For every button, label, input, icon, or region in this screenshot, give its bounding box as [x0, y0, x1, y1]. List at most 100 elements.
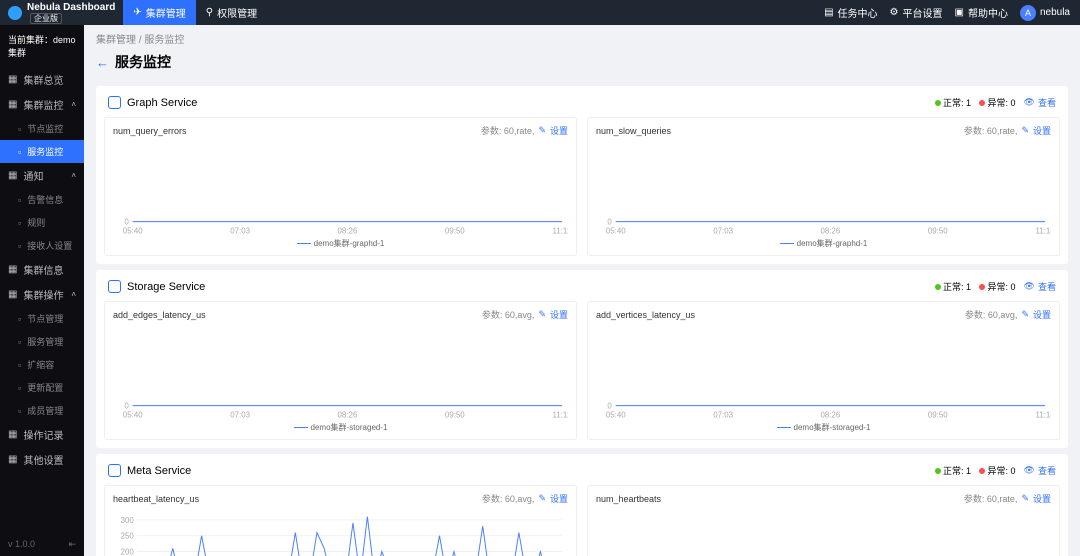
chart-param: 参数: 60,avg,	[965, 308, 1018, 321]
item-icon: ▫	[18, 360, 21, 370]
chart-param: 参数: 60,avg,	[482, 308, 535, 321]
service-icon	[108, 280, 121, 293]
edit-icon[interactable]: ✎	[1021, 125, 1029, 136]
gear-icon: ⚙	[890, 7, 899, 18]
view-button[interactable]: 👁 查看	[1024, 280, 1056, 293]
item-icon: ▫	[18, 218, 21, 228]
service-icon	[108, 96, 121, 109]
sidebar-item[interactable]: ▫告警信息	[0, 188, 84, 211]
settings-link[interactable]: 设置	[1033, 492, 1051, 505]
sidebar-group[interactable]: ▦集群信息	[0, 257, 84, 282]
chart-title: heartbeat_latency_us	[113, 494, 199, 504]
svg-text:09:50: 09:50	[445, 227, 465, 236]
settings-link[interactable]: 设置	[550, 124, 568, 137]
sidebar-item[interactable]: ▫更新配置	[0, 376, 84, 399]
edit-icon[interactable]: ✎	[538, 309, 546, 320]
chart-title: num_heartbeats	[596, 494, 661, 504]
tab-perm-mgmt[interactable]: ⚲ 权限管理	[196, 0, 267, 25]
status-normal: 正常: 1	[935, 280, 972, 293]
status-abnormal: 异常: 0	[979, 464, 1016, 477]
chart-card: heartbeat_latency_us 参数: 60,avg, ✎ 设置 10…	[104, 485, 577, 556]
chart-title: add_vertices_latency_us	[596, 310, 695, 320]
svg-text:0: 0	[124, 218, 129, 227]
sidebar-item[interactable]: ▫服务管理	[0, 330, 84, 353]
svg-text:07:03: 07:03	[230, 411, 250, 420]
chart-plot: 0 05:4007:0308:2609:5011:13	[596, 325, 1051, 420]
chart-param: 参数: 60,avg,	[482, 492, 535, 505]
group-icon: ▦	[8, 289, 17, 300]
group-icon: ▦	[8, 264, 17, 275]
platform-settings[interactable]: ⚙平台设置	[890, 5, 943, 20]
chart-title: num_query_errors	[113, 126, 187, 136]
breadcrumb: 集群管理 / 服务监控	[84, 25, 1080, 52]
svg-text:07:03: 07:03	[713, 227, 733, 236]
sidebar-group[interactable]: ▦其他设置	[0, 447, 84, 472]
item-icon: ▫	[18, 124, 21, 134]
svg-text:05:40: 05:40	[606, 227, 626, 236]
version-label: v 1.0.0	[8, 539, 35, 550]
svg-text:300: 300	[121, 516, 135, 525]
sidebar-group[interactable]: ▦集群监控˄	[0, 92, 84, 117]
sidebar-item[interactable]: ▫扩缩容	[0, 353, 84, 376]
user-menu[interactable]: Anebula	[1020, 5, 1070, 21]
group-icon: ▦	[8, 429, 17, 440]
chevron-icon: ˄	[71, 290, 76, 299]
sidebar-footer: v 1.0.0 ⇤	[0, 533, 84, 556]
sidebar-group[interactable]: ▦通知˄	[0, 163, 84, 188]
breadcrumb-b: 服务监控	[144, 35, 184, 46]
edit-icon[interactable]: ✎	[1021, 309, 1029, 320]
service-panel: Meta Service 正常: 1 异常: 0 👁 查看 heartbeat_…	[96, 454, 1068, 556]
chart-plot: 0 05:4007:0308:2609:5011:13	[113, 325, 568, 420]
status-abnormal: 异常: 0	[979, 280, 1016, 293]
sidebar-item[interactable]: ▫节点管理	[0, 307, 84, 330]
chart-legend: demo集群-graphd-1	[596, 238, 1051, 249]
svg-text:07:03: 07:03	[713, 411, 733, 420]
page-title: 服务监控	[115, 52, 171, 72]
breadcrumb-a[interactable]: 集群管理	[96, 35, 136, 46]
svg-text:200: 200	[121, 548, 135, 556]
edit-icon[interactable]: ✎	[1021, 493, 1029, 504]
current-cluster[interactable]: 当前集群：demo集群	[0, 25, 84, 67]
svg-text:0: 0	[607, 218, 612, 227]
service-title: Storage Service	[127, 281, 205, 293]
chart-legend: demo集群-storaged-1	[113, 422, 568, 433]
service-panel: Storage Service 正常: 1 异常: 0 👁 查看 add_edg…	[96, 270, 1068, 448]
logo[interactable]: Nebula Dashboard 企业版	[0, 2, 123, 24]
sidebar-item[interactable]: ▫接收人设置	[0, 234, 84, 257]
settings-link[interactable]: 设置	[1033, 308, 1051, 321]
group-icon: ▦	[8, 170, 17, 181]
view-button[interactable]: 👁 查看	[1024, 96, 1056, 109]
sidebar-group[interactable]: ▦集群总览	[0, 67, 84, 92]
edit-icon[interactable]: ✎	[538, 493, 546, 504]
sidebar-item[interactable]: ▫成员管理	[0, 399, 84, 422]
svg-text:11:13: 11:13	[1035, 411, 1051, 420]
collapse-icon[interactable]: ⇤	[68, 539, 76, 550]
back-arrow-icon[interactable]: ←	[96, 55, 109, 70]
svg-text:11:13: 11:13	[552, 227, 568, 236]
settings-link[interactable]: 设置	[1033, 124, 1051, 137]
svg-text:09:50: 09:50	[445, 411, 465, 420]
item-icon: ▫	[18, 406, 21, 416]
sidebar-item[interactable]: ▫规则	[0, 211, 84, 234]
edit-icon[interactable]: ✎	[538, 125, 546, 136]
sidebar-item[interactable]: ▫节点监控	[0, 117, 84, 140]
task-center[interactable]: ▤任务中心	[824, 5, 877, 20]
item-icon: ▫	[18, 241, 21, 251]
logo-icon	[8, 6, 22, 20]
top-header: Nebula Dashboard 企业版 ✈ 集群管理 ⚲ 权限管理 ▤任务中心…	[0, 0, 1080, 25]
view-button[interactable]: 👁 查看	[1024, 464, 1056, 477]
settings-link[interactable]: 设置	[550, 492, 568, 505]
chevron-icon: ˄	[71, 171, 76, 180]
sidebar-group[interactable]: ▦集群操作˄	[0, 282, 84, 307]
tab-cluster-mgmt[interactable]: ✈ 集群管理	[123, 0, 195, 25]
chart-title: add_edges_latency_us	[113, 310, 206, 320]
help-center[interactable]: ▣帮助中心	[955, 5, 1008, 20]
eye-icon: 👁	[1024, 281, 1035, 292]
chart-legend: demo集群-storaged-1	[596, 422, 1051, 433]
settings-link[interactable]: 设置	[550, 308, 568, 321]
chevron-icon: ˄	[71, 100, 76, 109]
sidebar-group[interactable]: ▦操作记录	[0, 422, 84, 447]
svg-text:05:40: 05:40	[123, 227, 143, 236]
sidebar-item[interactable]: ▫服务监控	[0, 140, 84, 163]
svg-text:250: 250	[121, 532, 135, 541]
